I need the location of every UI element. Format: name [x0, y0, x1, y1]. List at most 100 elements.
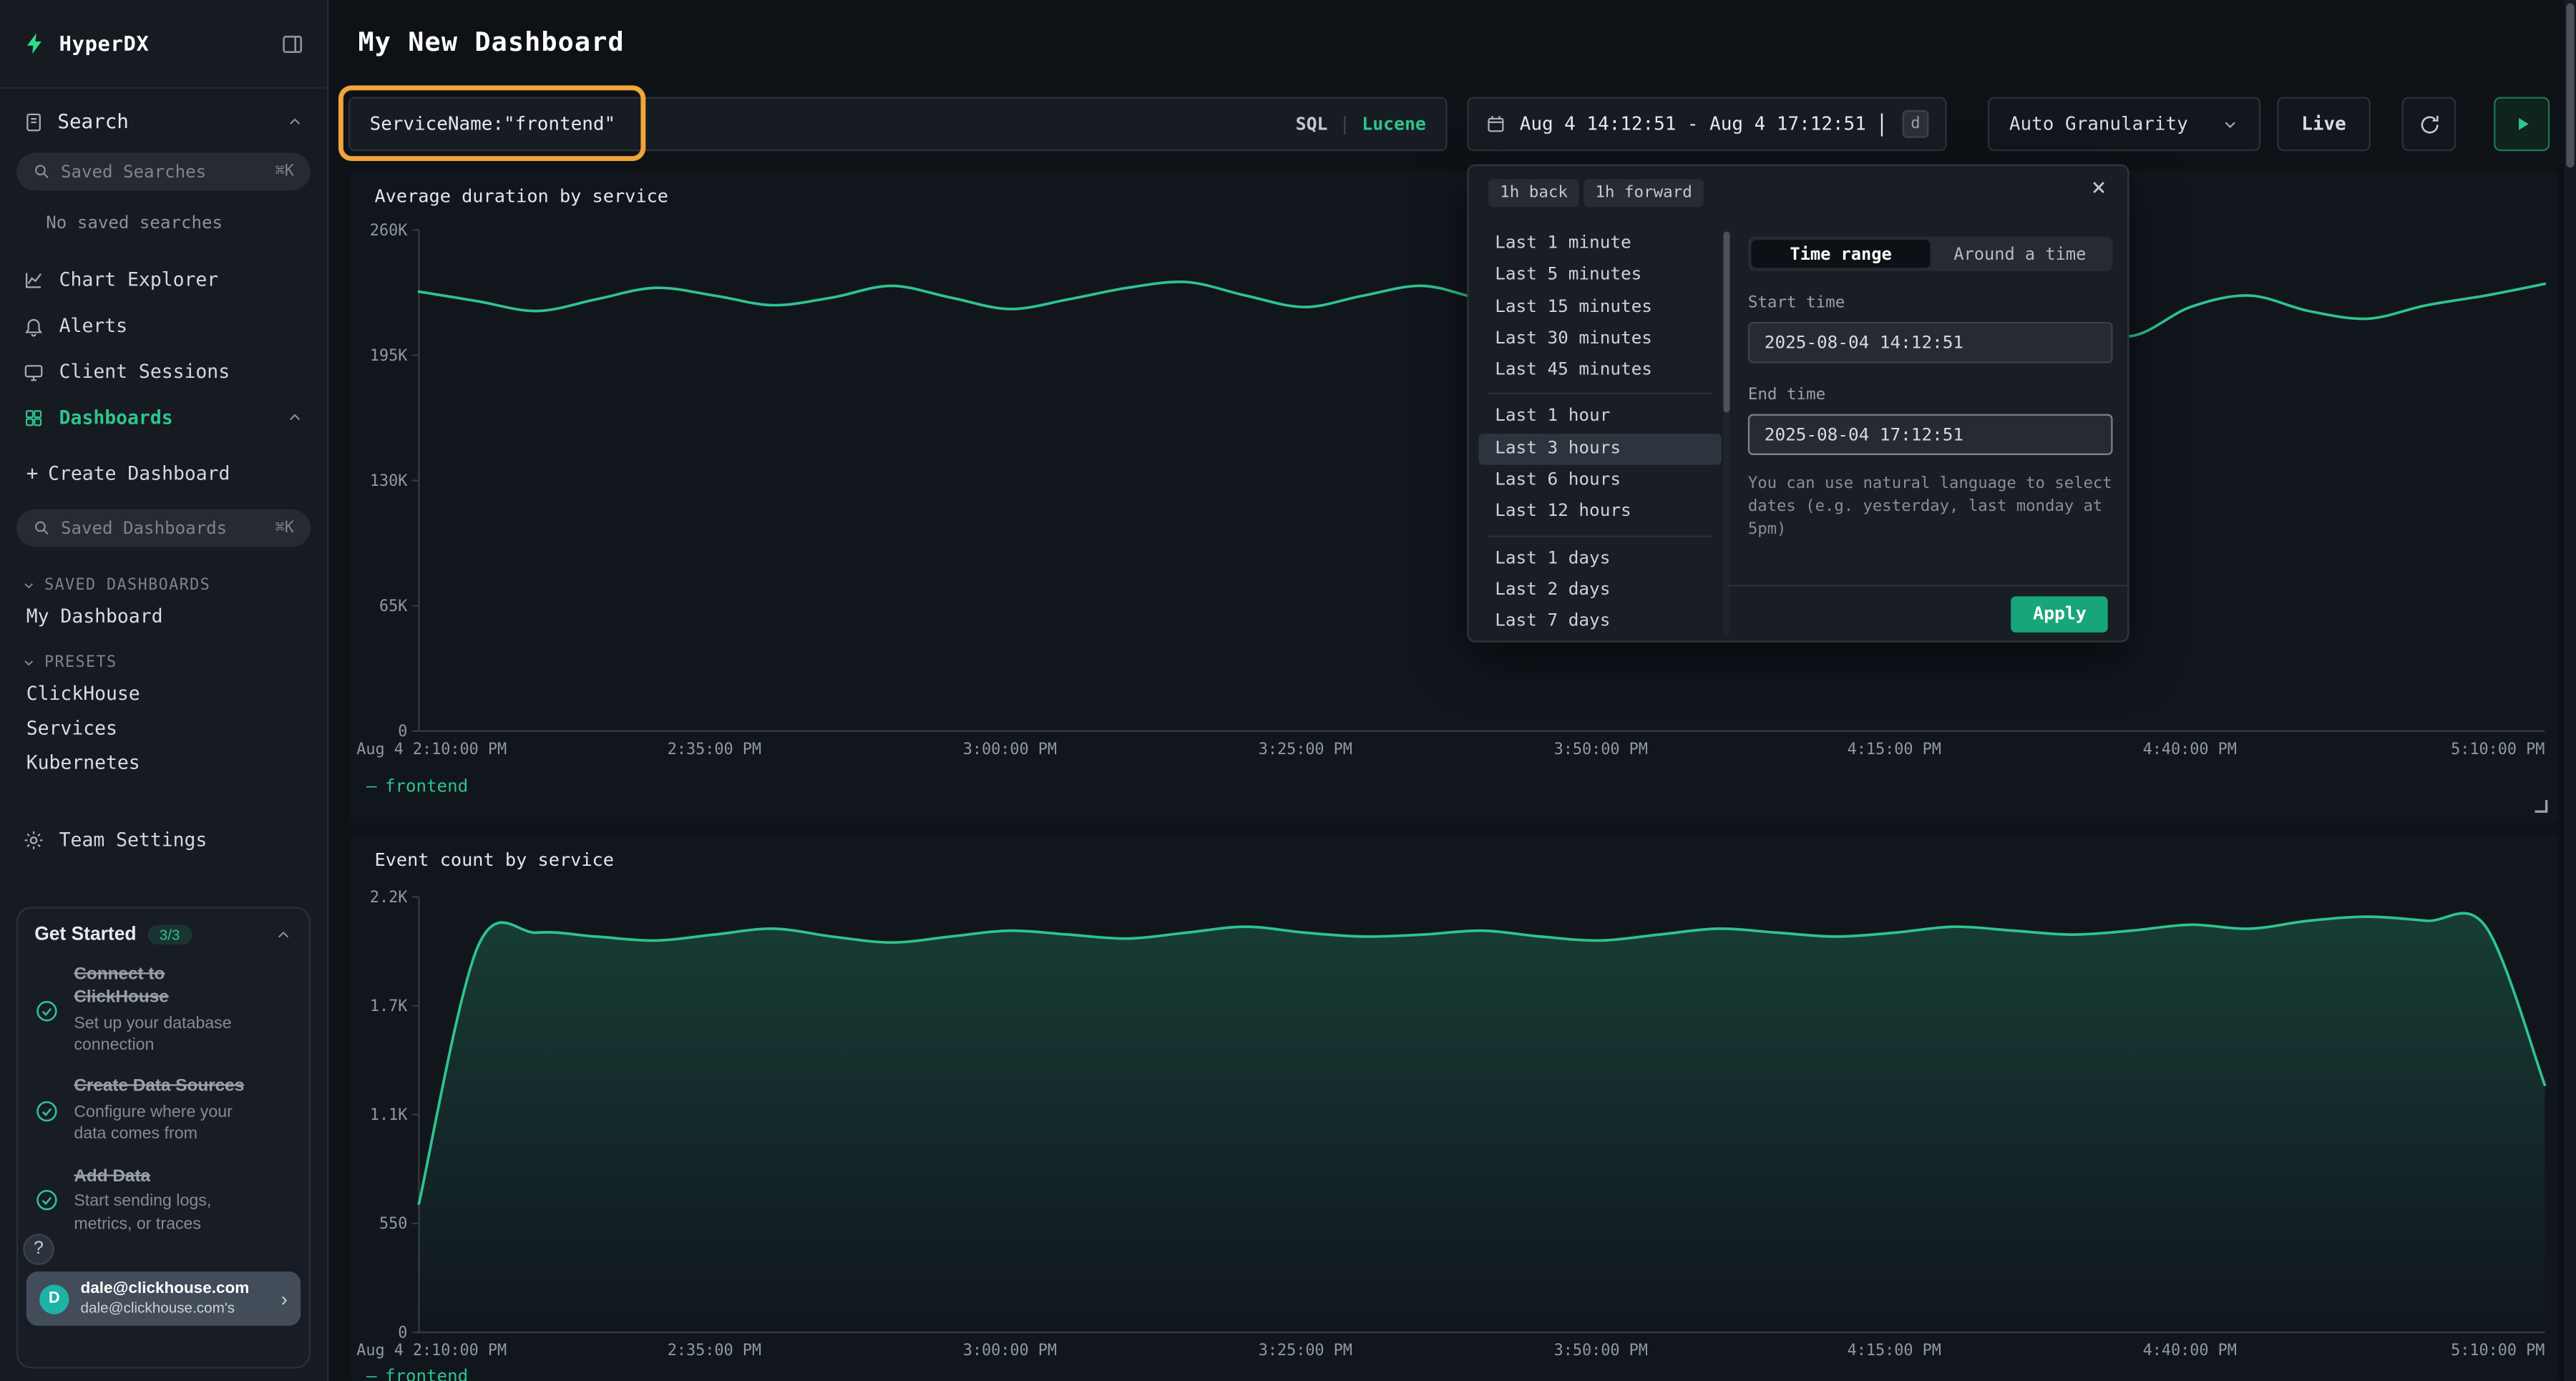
sidebar-item-dashboards[interactable]: Dashboards: [0, 394, 327, 440]
sidebar-item-team-settings[interactable]: Team Settings: [0, 816, 327, 862]
preset-last-6-hours[interactable]: Last 6 hours: [1478, 465, 1722, 497]
hyperdx-app: HyperDX Search Saved Searches ⌘K No save…: [0, 0, 2576, 1381]
preset-link-kubernetes[interactable]: Kubernetes: [0, 746, 327, 780]
search-icon: [33, 519, 51, 537]
svg-text:4:40:00 PM: 4:40:00 PM: [2143, 741, 2237, 758]
avg-duration-line-chart[interactable]: 065K130K195K260KAug 4 2:10:00 PM2:35:00 …: [350, 171, 2558, 823]
shift-back-button[interactable]: 1h back: [1488, 179, 1579, 207]
svg-text:Aug 4 2:10:00 PM: Aug 4 2:10:00 PM: [356, 1342, 507, 1360]
lucene-mode-toggle[interactable]: Lucene: [1362, 113, 1426, 135]
svg-text:4:15:00 PM: 4:15:00 PM: [1848, 741, 1941, 758]
event-count-line-chart[interactable]: 05501.1K1.7K2.2KAug 4 2:10:00 PM2:35:00 …: [350, 834, 2558, 1381]
get-started-step-sources[interactable]: Create Data Sources Configure where your…: [34, 1076, 292, 1146]
refresh-button[interactable]: [2402, 97, 2457, 151]
sidebar-nav: Chart Explorer Alerts Client Sessions Da…: [0, 256, 327, 440]
avatar: D: [39, 1284, 69, 1313]
page-scrollbar: [2565, 0, 2576, 1381]
preset-last-45-minutes[interactable]: Last 45 minutes: [1478, 355, 1722, 386]
close-icon[interactable]: ×: [2092, 172, 2107, 202]
start-time-label: Start time: [1748, 294, 2113, 312]
hyperdx-logo-icon: [23, 31, 47, 56]
apply-button[interactable]: Apply: [2011, 596, 2107, 633]
preset-link-clickhouse[interactable]: ClickHouse: [0, 677, 327, 711]
chevron-up-icon[interactable]: [274, 926, 292, 944]
start-time-input[interactable]: [1748, 322, 2113, 363]
sidebar-section-search[interactable]: Search: [0, 89, 327, 143]
mode-divider: |: [1340, 113, 1351, 135]
sidebar-item-client-sessions[interactable]: Client Sessions: [0, 348, 327, 394]
preset-last-30-minutes[interactable]: Last 30 minutes: [1478, 323, 1722, 355]
chevron-up-icon[interactable]: [286, 112, 303, 130]
brand-name: HyperDX: [59, 31, 150, 56]
shift-forward-button[interactable]: 1h forward: [1584, 179, 1704, 207]
chart-panel-avg-duration: Average duration by service 065K130K195K…: [350, 171, 2558, 823]
dashboards-grid-icon: [23, 406, 44, 428]
chevron-down-icon: [21, 655, 36, 670]
panel-resize-handle[interactable]: [2530, 795, 2550, 815]
preset-last-3-hours[interactable]: Last 3 hours: [1478, 434, 1722, 465]
time-mode-tabs: Time range Around a time: [1748, 237, 2113, 271]
svg-text:4:15:00 PM: 4:15:00 PM: [1848, 1342, 1941, 1360]
svg-text:2.2K: 2.2K: [370, 889, 408, 907]
dashboard-link-my-dashboard[interactable]: My Dashboard: [0, 600, 327, 634]
sql-mode-toggle[interactable]: SQL: [1296, 113, 1328, 135]
time-range-text: Aug 4 14:12:51 - Aug 4 17:12:51: [1520, 113, 1866, 135]
preset-list-scrollbar: [1723, 228, 1729, 635]
section-presets[interactable]: PRESETS: [0, 648, 327, 677]
saved-searches-input[interactable]: Saved Searches ⌘K: [16, 153, 311, 191]
monitor-icon: [23, 361, 44, 382]
get-started-title: Get Started: [34, 925, 136, 945]
preset-link-services[interactable]: Services: [0, 711, 327, 746]
end-time-input[interactable]: [1748, 414, 2113, 455]
sidebar-item-alerts[interactable]: Alerts: [0, 302, 327, 348]
preset-last-5-minutes[interactable]: Last 5 minutes: [1478, 260, 1722, 291]
preset-last-1-days[interactable]: Last 1 days: [1478, 543, 1722, 575]
search-query-input[interactable]: ServiceName:"frontend" SQL | Lucene: [348, 97, 1448, 151]
preset-last-14-days[interactable]: Last 14 days: [1478, 638, 1722, 643]
live-button[interactable]: Live: [2277, 97, 2371, 151]
sidebar-item-chart-explorer[interactable]: Chart Explorer: [0, 256, 327, 302]
gear-icon: [23, 829, 44, 850]
chart-title: Event count by service: [374, 849, 614, 871]
create-dashboard-label: Create Dashboard: [48, 462, 230, 484]
time-preset-list: Last 1 minute Last 5 minutes Last 15 min…: [1478, 228, 1722, 643]
chevron-right-icon: ›: [281, 1287, 288, 1310]
preset-last-1-minute[interactable]: Last 1 minute: [1478, 228, 1722, 260]
svg-text:1.1K: 1.1K: [370, 1106, 408, 1124]
get-started-step-connect[interactable]: Connect to ClickHouse Set up your databa…: [34, 965, 292, 1057]
user-org: dale@clickhouse.com's: [80, 1299, 249, 1318]
page-scrollbar-thumb[interactable]: [2566, 4, 2574, 168]
chevron-down-icon: [2221, 115, 2239, 133]
get-started-step-add-data[interactable]: Add Data Start sending logs, metrics, or…: [34, 1166, 292, 1235]
help-button[interactable]: ?: [23, 1234, 54, 1265]
calendar-icon: [1485, 113, 1506, 135]
divider: [1488, 394, 1712, 395]
saved-dashboards-input[interactable]: Saved Dashboards ⌘K: [16, 509, 311, 547]
tab-around-a-time[interactable]: Around a time: [1931, 240, 2109, 268]
scrollbar-thumb[interactable]: [1723, 232, 1729, 413]
saved-searches-placeholder: Saved Searches: [61, 162, 206, 182]
chart-legend[interactable]: — frontend: [366, 777, 468, 797]
create-dashboard-button[interactable]: + Create Dashboard: [0, 454, 327, 493]
preset-last-1-hour[interactable]: Last 1 hour: [1478, 401, 1722, 433]
section-saved-dashboards[interactable]: SAVED DASHBOARDS: [0, 570, 327, 600]
svg-text:3:25:00 PM: 3:25:00 PM: [1259, 741, 1352, 758]
chevron-up-icon[interactable]: [286, 409, 303, 426]
preset-last-7-days[interactable]: Last 7 days: [1478, 607, 1722, 638]
step-desc: Configure where your data comes from: [74, 1102, 268, 1146]
preset-last-15-minutes[interactable]: Last 15 minutes: [1478, 292, 1722, 323]
chart-legend[interactable]: — frontend: [366, 1367, 468, 1381]
preset-last-12-hours[interactable]: Last 12 hours: [1478, 497, 1722, 528]
end-time-label: End time: [1748, 386, 2113, 404]
user-account-button[interactable]: D dale@clickhouse.com dale@clickhouse.co…: [26, 1272, 301, 1326]
bell-icon: [23, 315, 44, 336]
main-content: My New Dashboard ServiceName:"frontend" …: [330, 0, 2575, 1381]
collapse-sidebar-icon[interactable]: [281, 32, 304, 55]
preset-last-2-days[interactable]: Last 2 days: [1478, 575, 1722, 606]
step-desc: Start sending logs, metrics, or traces: [74, 1191, 268, 1235]
time-range-input[interactable]: Aug 4 14:12:51 - Aug 4 17:12:51 d: [1467, 97, 1946, 151]
svg-text:3:50:00 PM: 3:50:00 PM: [1554, 1342, 1648, 1360]
tab-time-range[interactable]: Time range: [1751, 240, 1930, 268]
granularity-select[interactable]: Auto Granularity: [1988, 97, 2260, 151]
run-query-button[interactable]: [2494, 97, 2550, 151]
